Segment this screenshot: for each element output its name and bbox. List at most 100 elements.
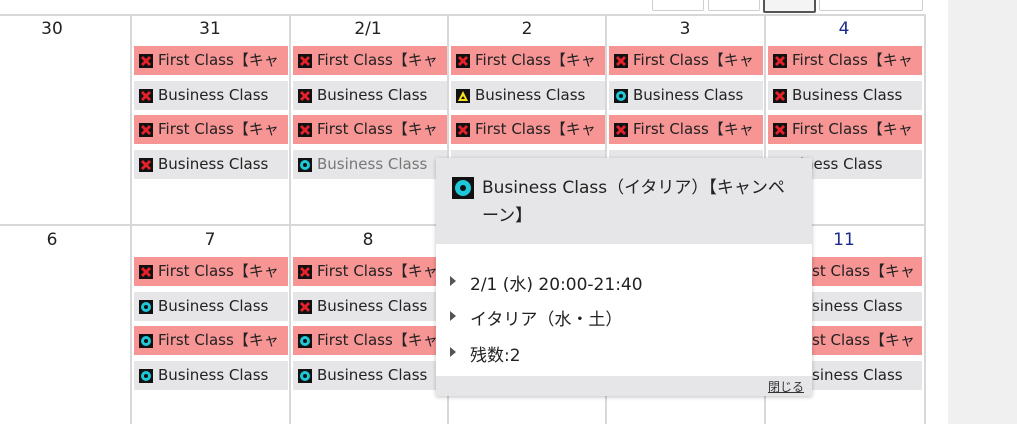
event-first-class[interactable]: First Class【キャ [134, 46, 288, 75]
event-label: First Class【キャ [158, 331, 279, 349]
event-label: First Class【キャ [158, 51, 279, 69]
cross-mark-icon [614, 123, 628, 137]
triangle-mark-icon [456, 89, 470, 103]
event-label: First Class【キャ [475, 51, 596, 69]
toolbar-button-4[interactable] [819, 0, 923, 11]
event-label: Business Class [792, 86, 903, 104]
event-label: siness Class [812, 366, 903, 384]
event-label: Business Class [317, 155, 428, 173]
event-business-class[interactable]: Business Class [451, 81, 605, 110]
event-label: Business Class [158, 297, 269, 315]
event-first-class[interactable]: First Class【キャ [134, 257, 288, 286]
close-link[interactable]: 閉じる [768, 378, 804, 395]
event-label: Business Class [633, 86, 744, 104]
event-label: First Class【キャ [475, 120, 596, 138]
bullet-arrow-icon [450, 276, 456, 286]
event-label: Business Class [317, 297, 428, 315]
toolbar-button-2[interactable] [708, 0, 760, 11]
event-first-class[interactable]: First Class【キャ [134, 326, 288, 355]
cross-mark-icon [456, 123, 470, 137]
event-business-class-selected[interactable]: Business Class [293, 150, 447, 179]
popup-location: イタリア（水・土） [470, 310, 623, 330]
circle-mark-icon [614, 89, 628, 103]
popup-header: Business Class（イタリア）【キャンペーン】 [436, 158, 812, 244]
day-number-saturday: 4 [838, 19, 850, 39]
cross-mark-icon [614, 54, 628, 68]
event-detail-popup: Business Class（イタリア）【キャンペーン】 2/1 (水) 20:… [436, 158, 812, 396]
event-label: Business Class [475, 86, 586, 104]
event-label: First Class【キャ [317, 120, 438, 138]
circle-mark-icon [298, 158, 312, 172]
event-first-class[interactable]: First Class【キャ [768, 46, 922, 75]
popup-remaining: 残数:2 [470, 346, 521, 366]
popup-location-row: イタリア（水・土） [450, 305, 623, 330]
event-label: First Class【キャ [633, 120, 754, 138]
event-label: Business Class [317, 366, 428, 384]
day-number: 30 [41, 19, 63, 39]
event-first-class[interactable]: First Class【キャ [609, 46, 763, 75]
event-label: First Class【キャ [792, 51, 913, 69]
circle-mark-icon [298, 334, 312, 348]
event-label: siness Class [812, 297, 903, 315]
event-first-class[interactable]: First Class【キャ [451, 115, 605, 144]
event-first-class[interactable]: First Class【キャ [293, 257, 447, 286]
cross-mark-icon [298, 123, 312, 137]
event-label: First Class【キャ [317, 51, 438, 69]
day-number: 31 [199, 19, 221, 39]
event-label: Business Class [158, 86, 269, 104]
cross-mark-icon [139, 265, 153, 279]
popup-datetime-row: 2/1 (水) 20:00-21:40 [450, 270, 643, 295]
popup-datetime: 2/1 (水) 20:00-21:40 [470, 275, 643, 295]
circle-mark-icon [139, 334, 153, 348]
event-first-class[interactable]: First Class【キャ [134, 115, 288, 144]
grid-line [130, 14, 132, 424]
event-label: First Class【キャ [317, 262, 438, 280]
event-first-class[interactable]: First Class【キャ [451, 46, 605, 75]
day-number: 7 [204, 230, 216, 250]
circle-mark-icon [452, 177, 474, 199]
cross-mark-icon [773, 123, 787, 137]
event-label: First Class【キャ [158, 262, 279, 280]
grid-line [289, 14, 291, 424]
popup-remaining-row: 残数:2 [450, 341, 521, 366]
event-business-class[interactable]: Business Class [134, 81, 288, 110]
event-business-class[interactable]: Business Class [134, 361, 288, 390]
grid-line [0, 14, 924, 16]
cross-mark-icon [298, 89, 312, 103]
day-number: 2/1 [354, 19, 382, 39]
event-first-class[interactable]: First Class【キャ [768, 115, 922, 144]
day-number: 2 [521, 19, 533, 39]
event-label: First Class【キャ [633, 51, 754, 69]
bullet-arrow-icon [450, 311, 456, 321]
day-number: 8 [362, 230, 374, 250]
event-business-class[interactable]: Business Class [293, 361, 447, 390]
event-business-class[interactable]: Business Class [609, 81, 763, 110]
cross-mark-icon [139, 89, 153, 103]
event-label: st Class【キャ [812, 331, 915, 349]
cross-mark-icon [773, 89, 787, 103]
circle-mark-icon [139, 369, 153, 383]
popup-title: Business Class（イタリア）【キャンペーン】 [482, 178, 785, 226]
toolbar-button-1[interactable] [652, 0, 704, 11]
event-business-class[interactable]: Business Class [293, 292, 447, 321]
event-first-class[interactable]: First Class【キャ [293, 115, 447, 144]
circle-mark-icon [298, 369, 312, 383]
cross-mark-icon [298, 300, 312, 314]
event-label: First Class【キャ [317, 331, 438, 349]
cross-mark-icon [298, 54, 312, 68]
event-business-class[interactable]: Business Class [134, 292, 288, 321]
event-label: st Class【キャ [812, 262, 915, 280]
day-number: 6 [46, 230, 58, 250]
cross-mark-icon [139, 123, 153, 137]
event-label: First Class【キャ [158, 120, 279, 138]
event-first-class[interactable]: First Class【キャ [293, 46, 447, 75]
event-label: Business Class [158, 366, 269, 384]
event-first-class[interactable]: First Class【キャ [609, 115, 763, 144]
day-number: 3 [679, 19, 691, 39]
event-business-class[interactable]: Business Class [134, 150, 288, 179]
event-business-class[interactable]: Business Class [293, 81, 447, 110]
event-business-class[interactable]: Business Class [768, 81, 922, 110]
event-first-class[interactable]: First Class【キャ [293, 326, 447, 355]
page-gutter [948, 0, 1017, 424]
toolbar-button-3[interactable] [763, 0, 816, 13]
